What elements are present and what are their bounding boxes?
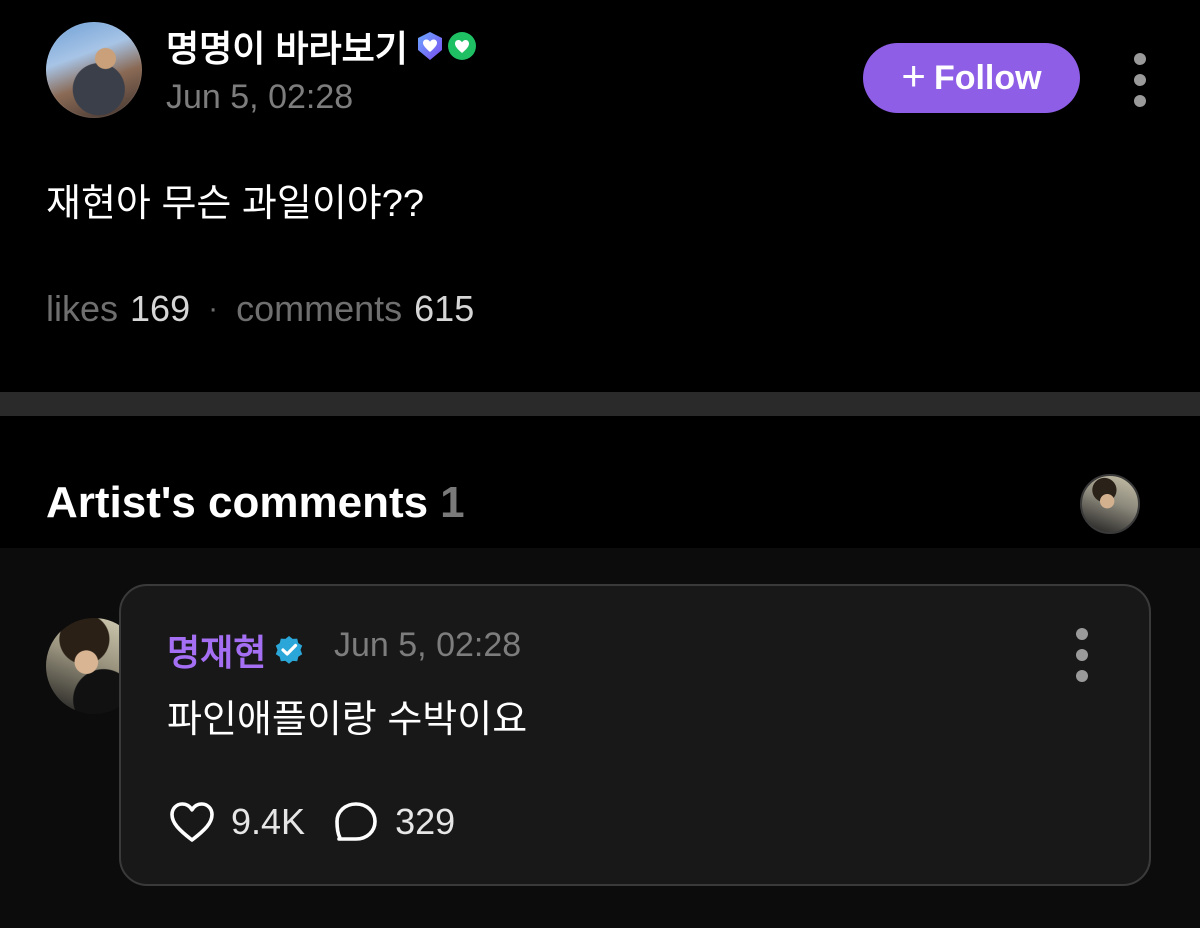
follow-button-label: Follow xyxy=(933,58,1042,97)
speech-bubble-icon xyxy=(335,802,377,841)
comment-author-name: 명재현 xyxy=(167,632,267,673)
heart-outline-icon xyxy=(170,802,214,842)
author-badges xyxy=(414,30,478,62)
stats-separator: · xyxy=(208,292,219,325)
comment-actions: 9.4K 329 xyxy=(167,798,455,846)
heart-circle-badge-icon xyxy=(447,32,476,60)
plus-icon: + xyxy=(901,52,926,99)
artist-comments-list: 명재현 Jun 5, 02:28 파인애플이랑 수박이요 9.4K 329 xyxy=(0,548,1200,928)
section-divider xyxy=(0,392,1200,416)
comment-body-text: 파인애플이랑 수박이요 xyxy=(167,699,528,741)
artist-comments-title: Artist's comments 1 xyxy=(46,478,465,528)
like-count: 9.4K xyxy=(231,801,306,842)
artist-comments-count: 1 xyxy=(440,478,465,527)
artist-comment-card[interactable]: 명재현 Jun 5, 02:28 파인애플이랑 수박이요 9.4K 329 xyxy=(119,584,1151,886)
post-author-avatar[interactable] xyxy=(46,22,142,118)
post-timestamp: Jun 5, 02:28 xyxy=(166,78,354,116)
comment-timestamp: Jun 5, 02:28 xyxy=(334,626,522,664)
more-vertical-icon[interactable] xyxy=(1075,628,1089,682)
verified-badge-icon xyxy=(276,636,303,664)
post-body-text: 재현아 무슨 과일이야?? xyxy=(46,183,425,225)
post-author-name[interactable]: 명명이 바라보기 xyxy=(166,20,478,72)
comment-author[interactable]: 명재현 xyxy=(167,624,306,676)
artist-comments-title-text: Artist's comments xyxy=(46,478,429,527)
reply-count: 329 xyxy=(395,801,456,842)
reply-button[interactable]: 329 xyxy=(331,798,455,846)
post-stats: likes 169 · comments 615 xyxy=(46,288,474,330)
comments-label: comments xyxy=(236,288,403,329)
artist-avatar-small[interactable] xyxy=(1080,474,1140,534)
artist-comments-header: Artist's comments 1 xyxy=(0,416,1200,548)
follow-button[interactable]: + Follow xyxy=(863,43,1080,113)
likes-label: likes xyxy=(46,288,119,329)
post-author-name-text: 명명이 바라보기 xyxy=(166,28,408,69)
post-header-section: 명명이 바라보기 Jun 5, 02:28 + Follow 재현아 무슨 과일… xyxy=(0,0,1200,392)
comments-count[interactable]: 615 xyxy=(414,288,474,330)
likes-count[interactable]: 169 xyxy=(130,288,190,330)
heart-shield-badge-icon xyxy=(417,32,442,60)
like-button[interactable]: 9.4K xyxy=(167,798,305,846)
more-vertical-icon[interactable] xyxy=(1133,53,1147,107)
